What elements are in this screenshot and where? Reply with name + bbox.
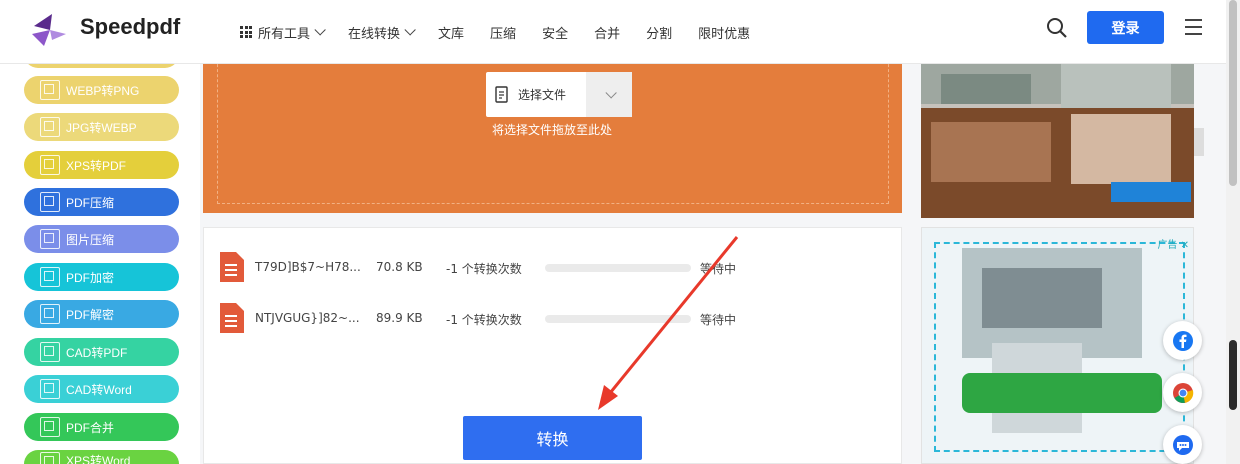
choose-file-label: 选择文件: [518, 88, 567, 102]
merge-icon: [40, 417, 60, 437]
file-status: 等待中: [700, 313, 737, 327]
ad-banner-bottom[interactable]: 广告 ✕: [921, 227, 1194, 464]
logo-text[interactable]: Speedpdf: [80, 14, 180, 40]
sidebar-item-cad-to-pdf[interactable]: CAD转PDF: [24, 338, 179, 366]
nav-label: 合并: [594, 26, 621, 42]
file-row: T79D]B$7~H78... 70.8 KB -1 个转换次数 等待中: [218, 252, 898, 284]
document-icon: [40, 155, 60, 175]
nav-library[interactable]: 文库: [438, 23, 464, 42]
sidebar-item-label: XPS转PDF: [66, 158, 127, 173]
convert-count: -1 个转换次数: [446, 262, 522, 276]
speedpdf-logo-icon[interactable]: [30, 12, 68, 48]
scrollbar-thumb[interactable]: [1229, 0, 1237, 186]
file-icon: [495, 85, 508, 103]
progress-bar: [545, 264, 691, 272]
chevron-down-icon: [605, 86, 617, 99]
ad-label: 广告 ✕: [1157, 240, 1189, 251]
sidebar-item-xps-to-pdf[interactable]: XPS转PDF: [24, 151, 179, 179]
sidebar-item-image-compress[interactable]: 图片压缩: [24, 225, 179, 253]
chat-button[interactable]: [1163, 425, 1202, 464]
nav-label: 安全: [542, 26, 569, 42]
sidebar-item-label: PDF加密: [66, 270, 115, 285]
choose-source-dropdown[interactable]: [586, 72, 632, 117]
pdf-file-icon: [220, 252, 244, 282]
sidebar-item-webp-to-png[interactable]: WEBP转PNG: [24, 76, 179, 104]
pdf-file-icon: [220, 303, 244, 333]
document-icon: [40, 452, 60, 464]
sidebar-item-label: PDF解密: [66, 307, 115, 322]
file-name: T79D]B$7~H78...: [255, 260, 361, 274]
drop-hint: 将选择文件拖放至此处: [491, 123, 612, 137]
nav-label: 所有工具: [258, 26, 311, 42]
nav-security[interactable]: 安全: [542, 23, 568, 42]
chevron-down-icon: [404, 24, 416, 36]
sidebar-item-label: JPG转WEBP: [66, 120, 137, 135]
nav-label: 分割: [646, 26, 673, 42]
sidebar-item-cad-to-word[interactable]: CAD转Word: [24, 375, 179, 403]
sidebar-item-label: CAD转Word: [66, 382, 132, 397]
grid-icon: [240, 26, 252, 38]
image-compress-icon: [40, 229, 60, 249]
sidebar-item-pdf-compress[interactable]: PDF压缩: [24, 188, 179, 216]
file-size: 89.9 KB: [376, 311, 423, 325]
scrollbar-thumb-secondary[interactable]: [1229, 340, 1237, 410]
nav-label: 限时优惠: [698, 26, 751, 42]
sidebar-item-label: CAD转PDF: [66, 345, 128, 360]
sidebar-item-xps-to-word[interactable]: XPS转Word: [24, 450, 179, 464]
file-status: 等待中: [700, 262, 737, 276]
sidebar-item-pdf-merge[interactable]: PDF合并: [24, 413, 179, 441]
lock-icon: [40, 267, 60, 287]
page-scrollbar[interactable]: [1226, 0, 1240, 464]
sidebar-item-label: XPS转Word: [66, 454, 131, 464]
image-icon: [40, 80, 60, 100]
facebook-share-button[interactable]: [1163, 321, 1202, 360]
login-button[interactable]: 登录: [1087, 11, 1164, 44]
sidebar-item-pdf-encrypt[interactable]: PDF加密: [24, 263, 179, 291]
main-nav: 所有工具 在线转换 文库 压缩 安全 合并 分割 限时优惠: [240, 0, 776, 64]
sidebar-item-label: PDF合并: [66, 420, 115, 435]
nav-label: 压缩: [490, 26, 517, 42]
file-name: NTJVGUG}]82~...: [255, 311, 360, 325]
chat-icon: [1172, 434, 1193, 455]
chevron-down-icon: [314, 24, 326, 36]
file-row: NTJVGUG}]82~... 89.9 KB -1 个转换次数 等待中: [218, 303, 898, 335]
header: Speedpdf 所有工具 在线转换 文库 压缩 安全 合并 分割 限时优惠 登…: [0, 0, 1226, 64]
nav-online-convert[interactable]: 在线转换: [348, 23, 416, 42]
sidebar-item-label: WEBP转PNG: [66, 83, 140, 98]
file-size: 70.8 KB: [376, 260, 423, 274]
chrome-icon: [1172, 382, 1193, 403]
nav-split[interactable]: 分割: [646, 23, 672, 42]
choose-file-button[interactable]: 选择文件: [486, 72, 632, 117]
facebook-icon: [1172, 330, 1193, 351]
sidebar-item-label: PDF压缩: [66, 195, 115, 210]
choose-file-main[interactable]: 选择文件: [486, 72, 586, 117]
convert-count: -1 个转换次数: [446, 313, 522, 327]
cad-icon: [40, 379, 60, 399]
search-icon[interactable]: [1046, 17, 1068, 39]
progress-bar: [545, 315, 691, 323]
compress-icon: [40, 192, 60, 212]
tool-sidebar: WEBP转PNG JPG转WEBP XPS转PDF PDF压缩 图片压缩 PDF…: [0, 52, 200, 464]
convert-button[interactable]: 转换: [463, 416, 642, 460]
sidebar-item-jpg-to-webp[interactable]: JPG转WEBP: [24, 113, 179, 141]
sidebar-item-label: 图片压缩: [66, 232, 115, 247]
chrome-button[interactable]: [1163, 373, 1202, 412]
image-icon: [40, 117, 60, 137]
nav-all-tools[interactable]: 所有工具: [240, 23, 326, 42]
nav-label: 在线转换: [348, 26, 401, 42]
nav-promo[interactable]: 限时优惠: [698, 23, 750, 42]
nav-merge[interactable]: 合并: [594, 23, 620, 42]
ad-scroll-tab[interactable]: [1194, 128, 1204, 156]
sidebar-item-pdf-decrypt[interactable]: PDF解密: [24, 300, 179, 328]
nav-label: 文库: [438, 26, 465, 42]
unlock-icon: [40, 304, 60, 324]
ad-banner-top[interactable]: [921, 64, 1194, 218]
cad-icon: [40, 342, 60, 362]
nav-compress[interactable]: 压缩: [490, 23, 516, 42]
hamburger-menu-icon[interactable]: [1185, 19, 1202, 35]
